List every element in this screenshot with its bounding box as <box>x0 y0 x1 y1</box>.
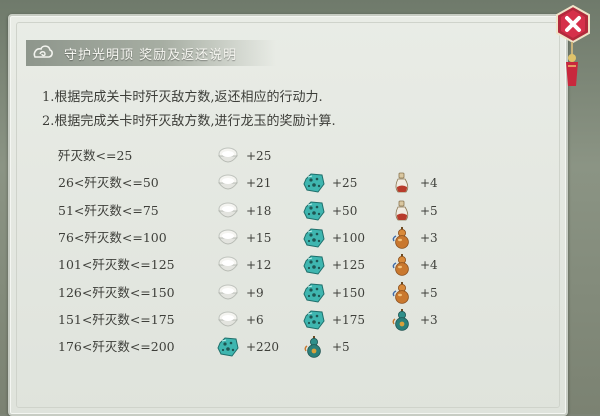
close-button[interactable] <box>553 4 593 44</box>
rule-item: 2.根据完成关卡时歼灭敌方数,进行龙玉的奖励计算. <box>42 114 336 129</box>
close-x-icon <box>556 4 590 44</box>
cloud-scroll-icon <box>30 42 56 64</box>
dialog-title: 守护光明顶 奖励及返还说明 <box>64 47 238 63</box>
dialog-title-bar: 守护光明顶 奖励及返还说明 <box>26 40 276 66</box>
rule-item: 1.根据完成关卡时歼灭敌方数,返还相应的行动力. <box>42 90 323 105</box>
rules-list: 1.根据完成关卡时歼灭敌方数,返还相应的行动力. 2.根据完成关卡时歼灭敌方数,… <box>42 86 336 134</box>
tassel-ornament <box>560 42 584 90</box>
panel-border <box>16 22 560 408</box>
reward-info-dialog <box>8 14 568 416</box>
